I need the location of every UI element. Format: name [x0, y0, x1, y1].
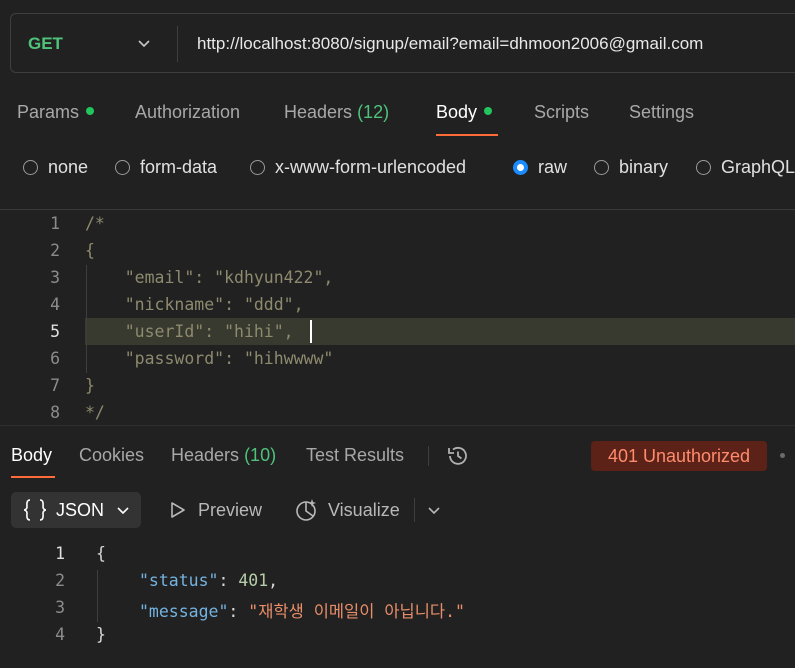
- tab-params-label: Params: [17, 102, 80, 122]
- response-line: {: [96, 544, 106, 563]
- radio-form-data[interactable]: form-data: [115, 156, 217, 178]
- text-caret: [310, 320, 312, 343]
- chevron-down-icon[interactable]: [137, 36, 151, 50]
- editor-divider: [0, 209, 795, 210]
- response-tab-test-results[interactable]: Test Results: [306, 445, 404, 466]
- chevron-down-icon: [117, 507, 129, 515]
- code-line[interactable]: {: [85, 241, 95, 260]
- line-number: 1: [55, 544, 65, 563]
- code-line[interactable]: "email": "kdhyun422",: [85, 268, 334, 287]
- tab-body-label: Body: [436, 102, 478, 122]
- response-tab-headers-label: Headers: [171, 445, 240, 465]
- radio-label: x-www-form-urlencoded: [275, 156, 467, 177]
- radio-circle: [696, 159, 711, 175]
- response-tab-headers-count: (10): [244, 445, 277, 465]
- more-dot[interactable]: [780, 453, 785, 458]
- code-line[interactable]: */: [85, 403, 105, 422]
- line-number: 4: [50, 295, 60, 314]
- json-colon: :: [228, 602, 249, 621]
- active-tab-underline: [436, 134, 498, 136]
- response-line: "message": "재학생 이메일이 아닙니다.": [139, 598, 465, 622]
- url-input[interactable]: http://localhost:8080/signup/email?email…: [197, 14, 703, 74]
- tab-params[interactable]: Params: [17, 102, 95, 123]
- tab-authorization[interactable]: Authorization: [135, 102, 240, 123]
- tab-separator: [428, 446, 429, 466]
- url-divider: [177, 26, 178, 62]
- line-number: 3: [50, 268, 60, 287]
- radio-label: binary: [619, 156, 669, 177]
- code-line[interactable]: /*: [85, 214, 105, 233]
- radio-label: raw: [538, 156, 568, 177]
- response-line: "status": 401,: [139, 571, 278, 590]
- response-tab-headers[interactable]: Headers (10): [171, 445, 276, 466]
- line-number: 2: [50, 241, 60, 260]
- response-tab-body[interactable]: Body: [11, 445, 52, 466]
- tab-scripts[interactable]: Scripts: [534, 102, 589, 123]
- response-tab-cookies[interactable]: Cookies: [79, 445, 144, 466]
- radio-label: form-data: [140, 156, 218, 177]
- response-active-underline: [11, 476, 55, 478]
- line-number: 4: [55, 625, 65, 644]
- method-select[interactable]: GET: [28, 14, 63, 74]
- radio-circle: [23, 159, 38, 175]
- code-line[interactable]: "password": "hihwwww": [85, 349, 334, 368]
- code-line[interactable]: "nickname": "ddd",: [85, 295, 304, 314]
- preview-button[interactable]: Preview: [198, 492, 262, 528]
- line-number-current: 5: [50, 322, 60, 341]
- radio-none[interactable]: none: [23, 156, 88, 178]
- pane-divider[interactable]: [0, 425, 795, 426]
- code-line-current[interactable]: "userId": "hihi",: [85, 322, 294, 341]
- params-indicator-dot: [86, 107, 95, 116]
- code-line[interactable]: }: [85, 376, 95, 395]
- tab-body[interactable]: Body: [436, 102, 493, 123]
- json-string: "재학생 이메일이 아닙니다.": [248, 602, 465, 621]
- response-line: }: [96, 625, 106, 644]
- tab-settings[interactable]: Settings: [629, 102, 694, 123]
- url-bar: GET http://localhost:8080/signup/email?e…: [10, 13, 795, 73]
- history-icon[interactable]: [445, 443, 471, 469]
- tab-headers-count: (12): [357, 102, 390, 122]
- line-number: 2: [55, 571, 65, 590]
- json-number: 401: [238, 571, 269, 590]
- tab-headers[interactable]: Headers (12): [284, 102, 389, 123]
- braces-icon: [23, 499, 47, 521]
- radio-binary[interactable]: binary: [594, 156, 668, 178]
- json-colon: :: [218, 571, 239, 590]
- visualize-button[interactable]: Visualize: [328, 492, 400, 528]
- line-number: 7: [50, 376, 60, 395]
- radio-circle: [115, 159, 130, 175]
- radio-circle-selected: [513, 159, 528, 175]
- format-label: JSON: [56, 500, 105, 520]
- line-number: 1: [50, 214, 60, 233]
- indent-guide: [97, 570, 98, 622]
- radio-label: none: [48, 156, 89, 177]
- radio-raw[interactable]: raw: [513, 156, 567, 178]
- toolbar-separator: [414, 498, 415, 522]
- play-icon[interactable]: [168, 500, 188, 520]
- line-number: 6: [50, 349, 60, 368]
- tab-headers-label: Headers: [284, 102, 353, 122]
- status-badge[interactable]: 401 Unauthorized: [591, 441, 767, 471]
- chevron-down-icon[interactable]: [427, 503, 441, 517]
- json-key: "message": [139, 602, 229, 621]
- line-number: 3: [55, 598, 65, 617]
- radio-label: GraphQL: [721, 156, 795, 177]
- json-key: "status": [139, 571, 219, 590]
- line-number: 8: [50, 403, 60, 422]
- radio-x-www-form-urlencoded[interactable]: x-www-form-urlencoded: [250, 156, 466, 178]
- radio-graphql[interactable]: GraphQL: [696, 156, 795, 178]
- radio-circle: [594, 159, 609, 175]
- json-comma: ,: [268, 571, 279, 590]
- radio-circle: [250, 159, 265, 175]
- visualize-icon[interactable]: [294, 497, 320, 523]
- body-indicator-dot: [484, 107, 493, 116]
